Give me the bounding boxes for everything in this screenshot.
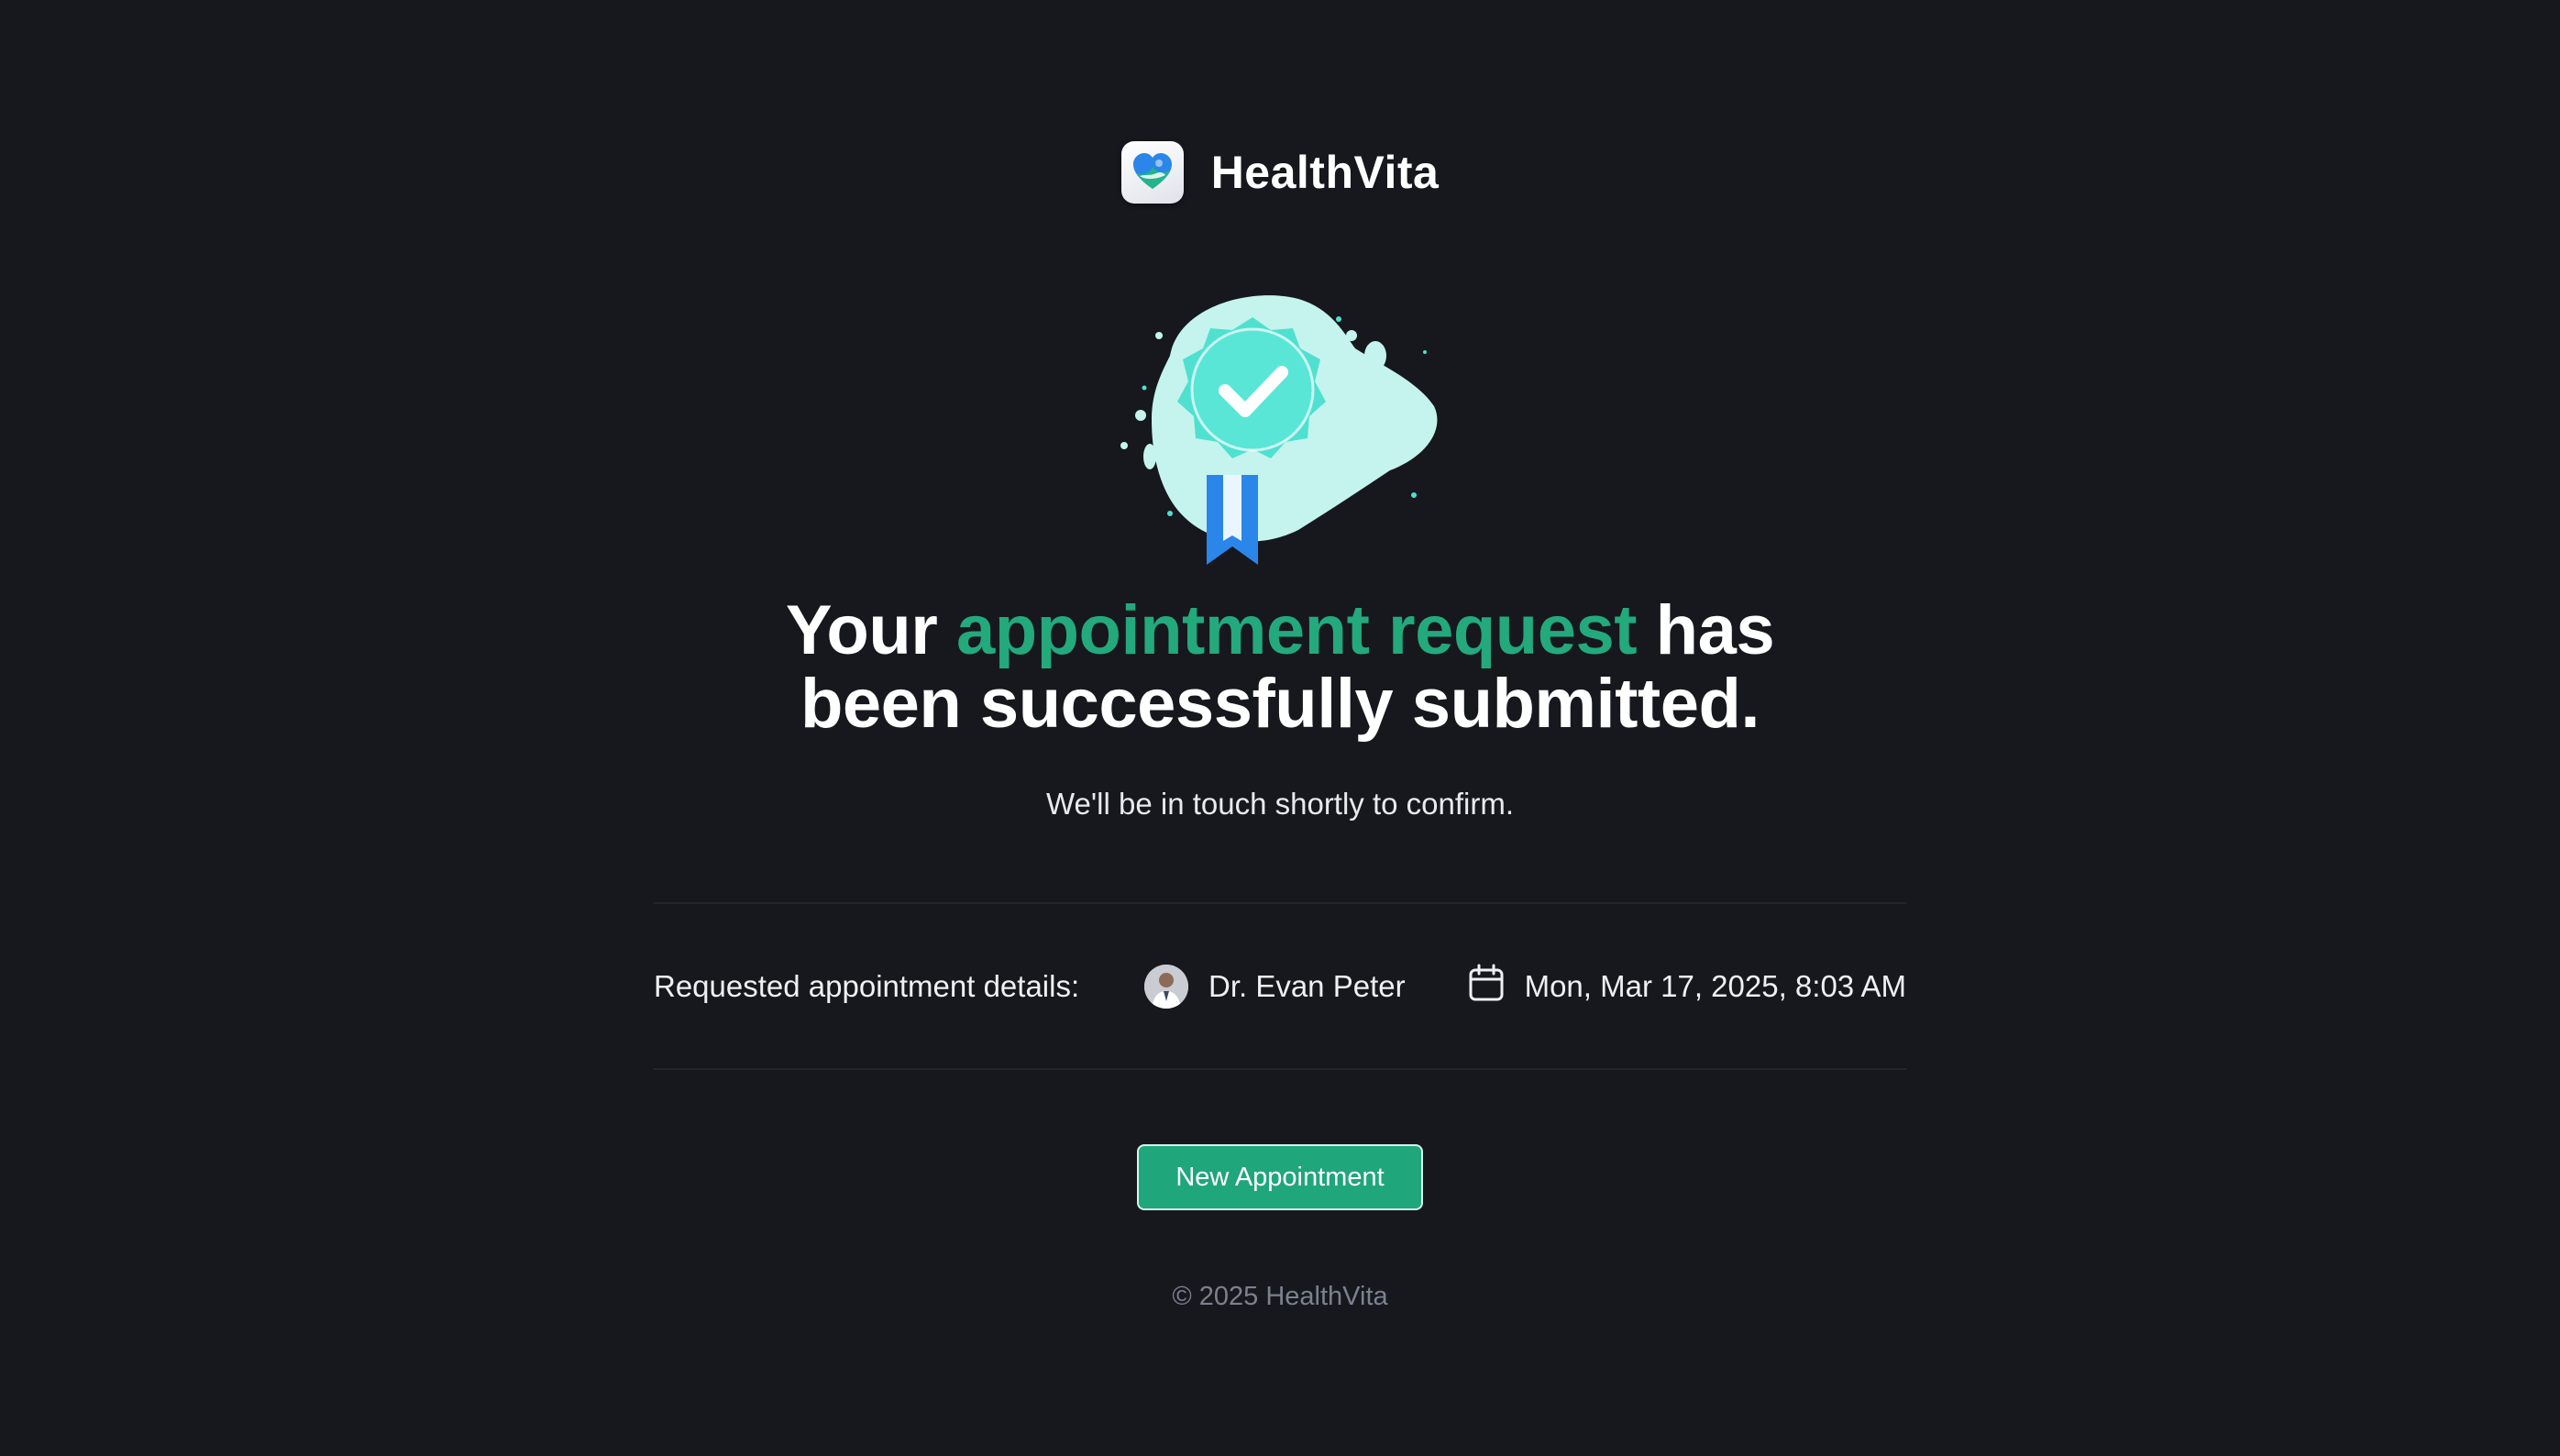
footer-copyright: © 2025 HealthVita (1172, 1282, 1388, 1311)
page-title: Your appointment request has been succes… (0, 594, 2560, 741)
title-line2: been successfully submitted. (800, 665, 1760, 743)
details-label: Requested appointment details: (654, 969, 1080, 1003)
divider (654, 1068, 1906, 1070)
title-accent: appointment request (955, 591, 1638, 669)
verified-ribbon-badge-icon (1115, 292, 1445, 576)
appointment-details: Requested appointment details: Dr. Evan … (654, 954, 1906, 1020)
brand-header: HealthVita (0, 141, 2560, 204)
appointment-datetime: Mon, Mar 17, 2025, 8:03 AM (1468, 964, 1906, 1009)
doctor-info: Dr. Evan Peter (1143, 965, 1406, 1009)
title-part2: has (1637, 591, 1775, 669)
confirmation-page: HealthVita Your appointment request has … (0, 0, 2560, 1456)
title-part1: Your (785, 591, 956, 669)
new-appointment-button[interactable]: New Appointment (1137, 1144, 1423, 1210)
doctor-name: Dr. Evan Peter (1208, 969, 1406, 1003)
brand-name: HealthVita (1210, 147, 1440, 198)
doctor-avatar (1143, 965, 1188, 1009)
divider (654, 902, 1906, 904)
heart-hand-icon (1120, 141, 1184, 204)
subtitle: We'll be in touch shortly to confirm. (1045, 787, 1515, 821)
details-values: Dr. Evan Peter Mon, Mar 17, 2025, 8:03 A… (1143, 964, 1906, 1009)
datetime-text: Mon, Mar 17, 2025, 8:03 AM (1524, 969, 1906, 1003)
calendar-icon (1468, 964, 1505, 1009)
